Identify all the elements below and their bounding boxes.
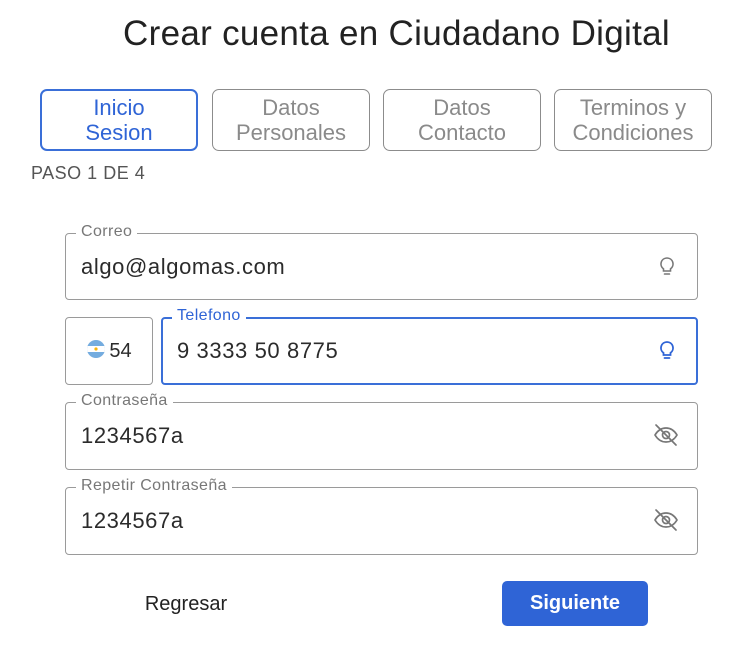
step-tab-terminos-condiciones[interactable]: Terminos y Condiciones [554, 89, 712, 151]
step-label-line2: Sesion [85, 120, 153, 145]
phone-field-label: Telefono [172, 306, 246, 326]
step-tab-datos-contacto[interactable]: Datos Contacto [383, 89, 541, 151]
password-repeat-field-label: Repetir Contraseña [76, 476, 232, 496]
email-field[interactable]: Correo algo@algomas.com [65, 222, 698, 300]
next-button[interactable]: Siguiente [502, 581, 648, 626]
phone-country-code-select[interactable]: 54 [65, 317, 153, 385]
phone-input-value: 9 3333 50 8775 [177, 338, 339, 363]
password-field[interactable]: Contraseña 1234567a [65, 391, 698, 470]
step-label-line2: Personales [235, 120, 347, 145]
eye-off-icon[interactable] [652, 422, 680, 448]
eye-off-icon[interactable] [652, 507, 680, 533]
argentina-flag-icon [86, 339, 106, 364]
step-indicator: PASO 1 DE 4 [31, 163, 146, 183]
password-field-label: Contraseña [76, 391, 173, 411]
lightbulb-icon[interactable] [655, 338, 679, 364]
lightbulb-icon[interactable] [655, 254, 679, 280]
step-label-line1: Datos [262, 95, 320, 120]
back-button[interactable]: Regresar [128, 584, 244, 624]
step-label-line2: Contacto [417, 120, 507, 145]
phone-country-code: 54 [109, 339, 132, 362]
step-label-line2: Condiciones [572, 120, 694, 145]
password-input-value: 1234567a [81, 423, 184, 448]
email-field-label: Correo [76, 222, 138, 242]
step-label-line1: Terminos y [579, 95, 687, 120]
password-repeat-field[interactable]: Repetir Contraseña 1234567a [65, 476, 698, 555]
step-tab-inicio-sesion[interactable]: Inicio Sesion [40, 89, 198, 151]
phone-field[interactable]: Telefono 9 3333 50 8775 [161, 306, 698, 385]
password-repeat-input-value: 1234567a [81, 508, 184, 533]
step-label-line1: Inicio [93, 95, 145, 120]
page-title: Crear cuenta en Ciudadano Digital [123, 14, 670, 53]
step-label-line1: Datos [433, 95, 491, 120]
email-input-value: algo@algomas.com [81, 254, 286, 279]
step-tab-datos-personales[interactable]: Datos Personales [212, 89, 370, 151]
